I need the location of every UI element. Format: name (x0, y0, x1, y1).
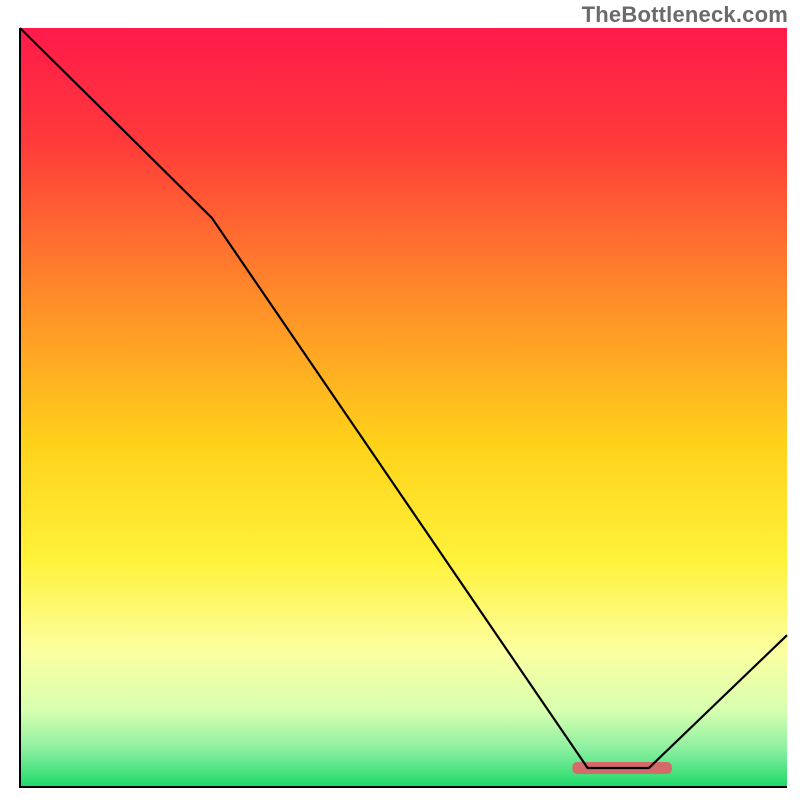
bottleneck-chart (0, 0, 800, 800)
chart-container: TheBottleneck.com (0, 0, 800, 800)
watermark-label: TheBottleneck.com (582, 2, 788, 28)
